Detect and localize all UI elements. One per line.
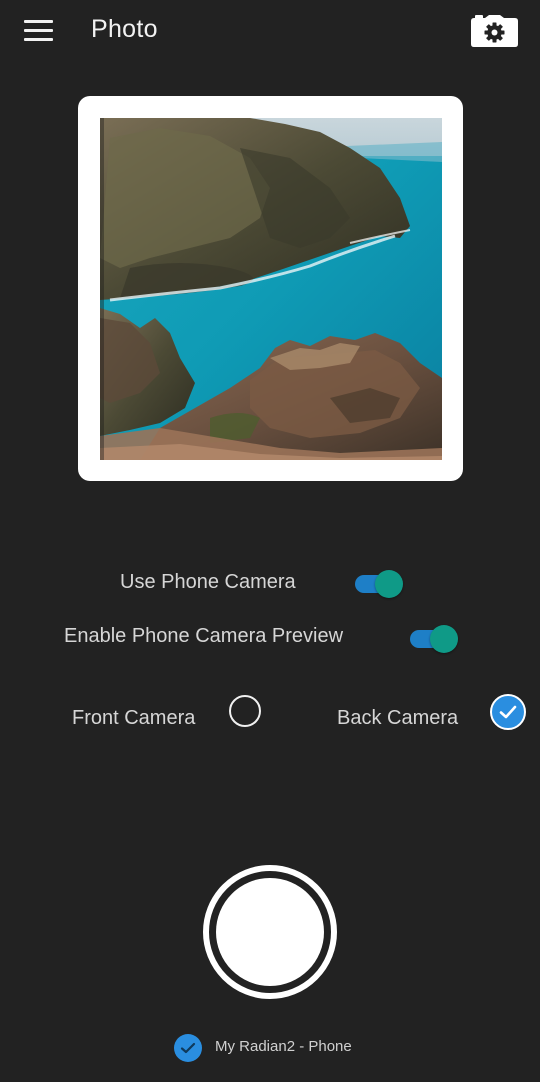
use-phone-camera-toggle[interactable] [353,569,405,599]
photo-screen: Photo Use Phone Camera Enable Phone Came… [0,0,540,1082]
hamburger-menu-icon[interactable] [24,20,53,42]
page-title: Photo [91,15,158,43]
device-name-label: My Radian2 - Phone [215,1038,352,1055]
front-camera-radio[interactable] [229,695,261,727]
use-phone-camera-label: Use Phone Camera [120,571,296,593]
checkmark-icon [180,1042,196,1054]
back-camera-label: Back Camera [337,707,459,729]
camera-settings-icon[interactable] [471,15,518,47]
back-camera-radio[interactable] [490,694,526,730]
device-checkbox[interactable] [174,1034,202,1062]
coastal-cliffs-photo [100,118,442,460]
toggle-thumb [375,570,403,598]
shutter-inner [216,878,324,986]
enable-preview-toggle[interactable] [408,624,460,654]
enable-preview-label: Enable Phone Camera Preview [64,625,344,647]
app-header: Photo [0,0,540,64]
photo-preview-frame [78,96,463,481]
front-camera-label: Front Camera [72,707,196,729]
toggle-thumb [430,625,458,653]
checkmark-icon [499,705,517,719]
shutter-button[interactable] [203,865,337,999]
